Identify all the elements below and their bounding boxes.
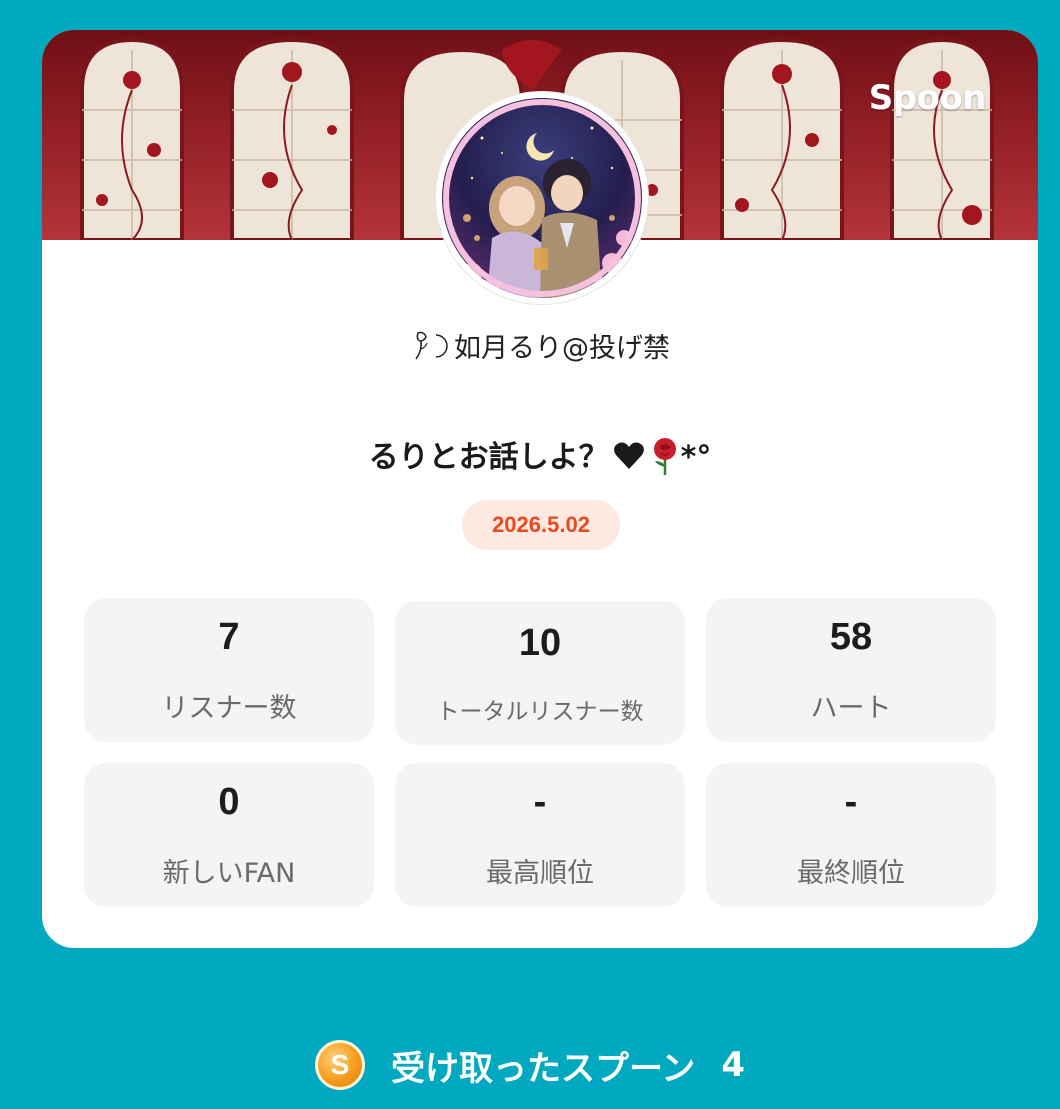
stat-final-rank: - 最終順位 (706, 763, 996, 907)
stat-value: - (844, 781, 858, 823)
stat-listeners: 7 リスナー数 (84, 598, 374, 742)
live-title-suffix: *° (680, 440, 712, 475)
live-summary-card: Spoon 如月るり@投げ禁 るりとお話しよ？ *° 2026.5.02 7 リ… (42, 30, 1038, 948)
stat-label: ハート (810, 693, 892, 724)
username-text: 如月るり@投げ禁 (454, 333, 670, 364)
stat-label: トータルリスナー数 (436, 699, 644, 725)
stat-hearts: 58 ハート (706, 598, 996, 742)
stat-label: リスナー数 (161, 693, 297, 724)
stat-label: 最終順位 (797, 858, 905, 889)
stat-label: 新しいFAN (162, 858, 296, 889)
live-title-text: るりとお話しよ？ (368, 440, 609, 475)
spoons-received-count: 4 (721, 1045, 745, 1085)
rose-moon-icon (410, 329, 450, 370)
heart-rose-icon (613, 437, 676, 475)
stat-total-listeners: 10 トータルリスナー数 (395, 601, 685, 745)
stat-new-fans: 0 新しいFAN (84, 763, 374, 907)
stat-value: - (533, 781, 547, 823)
username: 如月るり@投げ禁 (42, 326, 1038, 370)
avatar[interactable] (436, 92, 648, 304)
spoons-received: S 受け取ったスプーン 4 (0, 1040, 1060, 1090)
spoon-coin-icon: S (315, 1040, 365, 1090)
title-icons (613, 435, 681, 483)
spoon-logo: Spoon (868, 78, 987, 118)
stat-value: 58 (829, 616, 873, 658)
avatar-illustration (442, 98, 642, 298)
stat-value: 7 (218, 616, 240, 658)
stat-value: 10 (518, 622, 562, 664)
stat-value: 0 (218, 781, 240, 823)
stat-label: 最高順位 (486, 858, 594, 889)
spoons-received-label: 受け取ったスプーン (391, 1048, 696, 1089)
date-badge: 2026.5.02 (462, 500, 620, 550)
live-title: るりとお話しよ？ *° (42, 432, 1038, 483)
stat-highest-rank: - 最高順位 (395, 763, 685, 907)
